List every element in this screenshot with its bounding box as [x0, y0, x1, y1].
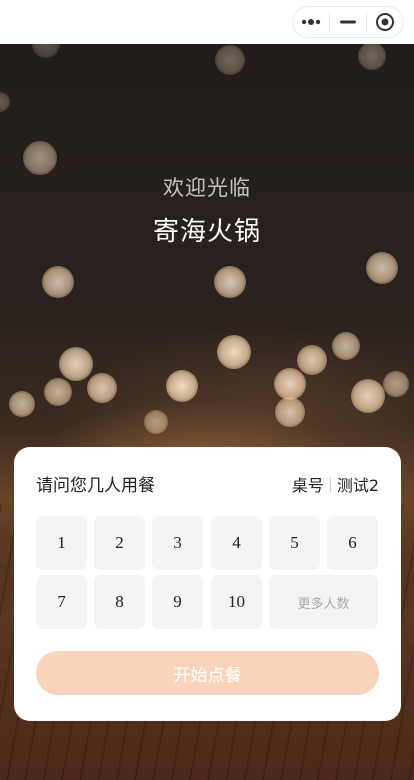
party-size-button-4[interactable]: 4	[211, 516, 262, 570]
store-name: 寄海火锅	[152, 217, 261, 247]
bokeh-light	[144, 410, 168, 434]
more-dots-icon	[301, 19, 321, 25]
bokeh-light	[9, 391, 35, 417]
party-size-button-9[interactable]: 9	[152, 575, 203, 629]
bokeh-light	[23, 141, 57, 175]
more-party-size-button[interactable]: 更多人数	[269, 575, 378, 629]
table-label: 桌号	[291, 476, 324, 495]
party-size-button-10[interactable]: 10	[211, 575, 262, 629]
party-size-button-8[interactable]: 8	[94, 575, 145, 629]
bokeh-light	[297, 345, 327, 375]
bokeh-light	[214, 266, 246, 298]
start-ordering-button[interactable]: 开始点餐	[36, 651, 379, 695]
party-size-question: 请问您几人用餐	[36, 476, 155, 496]
bokeh-light	[332, 332, 360, 360]
bokeh-light	[358, 42, 386, 70]
bokeh-light	[274, 368, 306, 400]
bokeh-light	[217, 335, 251, 369]
bokeh-light	[0, 92, 10, 112]
bokeh-light	[366, 252, 398, 284]
minimize-button[interactable]	[330, 7, 366, 37]
party-size-button-2[interactable]: 2	[94, 516, 145, 570]
close-button[interactable]	[367, 7, 403, 37]
party-size-button-7[interactable]: 7	[36, 575, 87, 629]
bokeh-light	[351, 379, 385, 413]
table-info-divider	[329, 476, 331, 492]
welcome-text: 欢迎光临	[163, 176, 251, 200]
party-size-button-6[interactable]: 6	[327, 516, 378, 570]
bokeh-light	[42, 266, 74, 298]
bokeh-light	[166, 370, 198, 402]
bokeh-light	[275, 397, 305, 427]
page: 欢迎光临 寄海火锅 请问您几人用餐 桌号 测试2 1 2 3 4 5 6 7 8…	[0, 0, 414, 780]
navigation-bar	[0, 0, 414, 44]
bokeh-light	[383, 371, 409, 397]
party-size-button-3[interactable]: 3	[152, 516, 203, 570]
mini-program-capsule	[292, 6, 404, 38]
bokeh-light	[59, 347, 93, 381]
party-size-button-5[interactable]: 5	[269, 516, 320, 570]
table-number-info: 桌号 测试2	[292, 472, 379, 496]
bokeh-light	[44, 378, 72, 406]
target-close-icon	[376, 13, 394, 31]
bokeh-light	[87, 373, 117, 403]
table-value: 测试2	[336, 476, 379, 495]
party-size-card: 请问您几人用餐 桌号 测试2 1 2 3 4 5 6 7 8 9 10 更多人数…	[14, 447, 401, 721]
minimize-icon	[340, 20, 356, 24]
more-menu-button[interactable]	[293, 7, 329, 37]
party-size-button-1[interactable]: 1	[36, 516, 87, 570]
bokeh-light	[215, 45, 245, 75]
